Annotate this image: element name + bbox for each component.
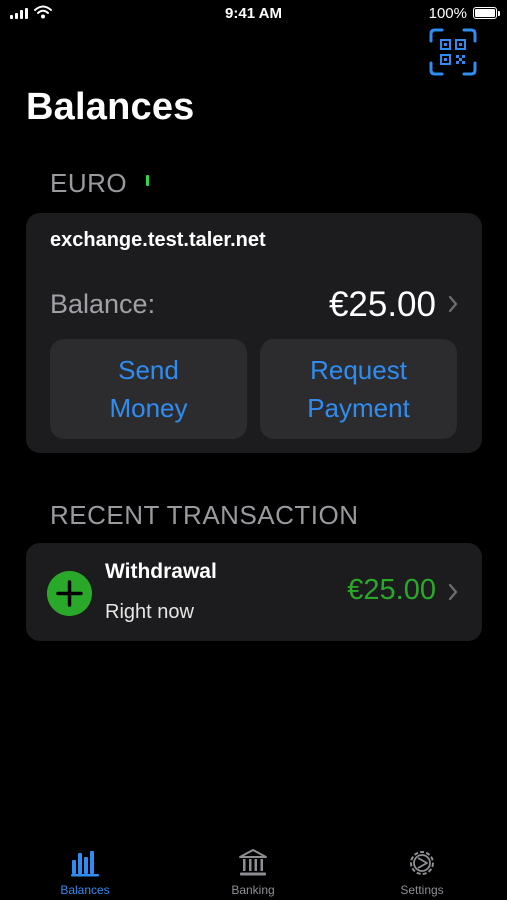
page-title: Balances — [26, 86, 195, 128]
transaction-time: Right now — [105, 601, 194, 623]
tab-label: Banking — [231, 883, 275, 897]
currency-section-header: EURO — [50, 168, 128, 198]
gear-icon — [410, 851, 434, 875]
tab-label: Settings — [400, 883, 444, 897]
status-indicator — [146, 175, 149, 186]
tab-balances[interactable]: Balances — [25, 840, 145, 900]
status-bar: 9:41 AM 100% — [0, 0, 507, 28]
tab-banking[interactable]: Banking — [193, 840, 313, 900]
transaction-row[interactable]: Withdrawal Right now €25.00 — [26, 543, 482, 641]
tab-settings[interactable]: Settings — [362, 840, 482, 900]
recent-section-header: RECENT TRANSACTION — [50, 500, 359, 530]
transaction-amount: €25.00 — [347, 574, 436, 606]
request-button-line2: Payment — [307, 393, 410, 423]
send-button-line1: Send — [118, 355, 179, 385]
tab-bar: Balances Banking Settings — [0, 840, 507, 900]
request-payment-button[interactable]: Request Payment — [260, 339, 457, 439]
send-button-line2: Money — [109, 393, 188, 423]
bank-icon — [239, 849, 267, 876]
plus-circle-icon — [47, 571, 92, 616]
chevron-right-icon — [448, 295, 458, 313]
qr-scan-icon[interactable] — [428, 27, 478, 77]
send-money-button[interactable]: Send Money — [50, 339, 247, 439]
chevron-right-icon — [448, 583, 458, 601]
tab-label: Balances — [60, 883, 110, 897]
bar-chart-icon — [71, 851, 99, 877]
battery-percent: 100% — [428, 5, 467, 22]
balance-label: Balance: — [50, 289, 156, 319]
balance-row[interactable]: Balance: €25.00 — [26, 283, 482, 327]
balance-card: exchange.test.taler.net Balance: €25.00 … — [26, 213, 482, 453]
exchange-url: exchange.test.taler.net — [50, 229, 266, 251]
transaction-title: Withdrawal — [105, 560, 217, 583]
balance-amount: €25.00 — [328, 285, 436, 324]
request-button-line1: Request — [310, 355, 407, 385]
battery-icon — [473, 7, 500, 19]
